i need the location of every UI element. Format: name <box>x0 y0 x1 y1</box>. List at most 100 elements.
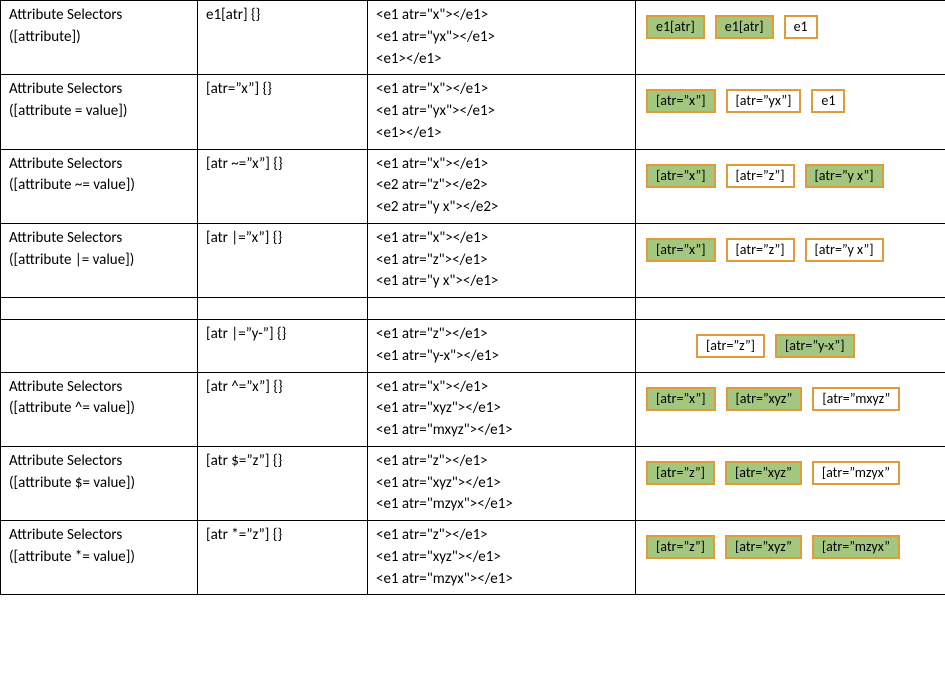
html-line: <e1 atr="mzyx"></e1> <box>376 494 627 516</box>
cell-html-example: <e1 atr="z"></e1><e1 atr="y-x"></e1> <box>368 320 636 373</box>
matched-tag: e1[atr] <box>715 15 774 39</box>
unmatched-tag: e1 <box>784 15 818 39</box>
vis-container: [atr=”z”] [atr=”xyz” [atr=”mzyx” <box>640 447 941 495</box>
html-line: <e1 atr="y-x"></e1> <box>376 346 627 368</box>
matched-tag: [atr=”xyz” <box>725 461 802 485</box>
matched-tag: [atr=”z”] <box>646 535 715 559</box>
html-line: <e1 atr="z"></e1> <box>376 250 627 272</box>
cell-visualization: [atr=”z”][atr=”y-x”] <box>636 320 945 373</box>
cell-selector-name: Attribute Selectors([attribute $= value]… <box>1 446 198 520</box>
cell-html-example: <e1 atr="x"></e1><e2 atr="z"></e2><e2 at… <box>368 149 636 223</box>
selector-subtitle: ([attribute *= value]) <box>9 547 189 569</box>
selector-subtitle: ([attribute $= value]) <box>9 473 189 495</box>
table-row: Attribute Selectors([attribute ~= value]… <box>1 149 945 223</box>
cell-visualization: [atr=”z”] [atr=”xyz” [atr=”mzyx” <box>636 521 945 595</box>
html-line: <e1 atr="x"></e1> <box>376 228 627 250</box>
cell-visualization: [atr=”z”] [atr=”xyz” [atr=”mzyx” <box>636 446 945 520</box>
table-row: Attribute Selectors([attribute *= value]… <box>1 521 945 595</box>
matched-tag: [atr=”mzyx” <box>812 535 900 559</box>
matched-tag: [atr=”x”] <box>646 387 716 411</box>
cell-visualization: [atr=”x”] [atr=”z”] [atr=”y x”] <box>636 149 945 223</box>
selector-syntax-text: [atr=”x”] {} <box>206 79 359 101</box>
cell-selector-syntax: [atr=”x”] {} <box>198 75 368 149</box>
unmatched-tag: [atr=”z”] <box>726 238 795 262</box>
html-line: <e1 atr="mxyz"></e1> <box>376 420 627 442</box>
selector-syntax-text: [atr *=”z”] {} <box>206 525 359 547</box>
spacer-row <box>1 298 945 320</box>
cell-selector-syntax: [atr $=”z”] {} <box>198 446 368 520</box>
cell-visualization: [atr=”x”][atr=”yx”]e1 <box>636 75 945 149</box>
selector-syntax-text: [atr $=”z”] {} <box>206 451 359 473</box>
cell-selector-syntax: [atr |=”y-”] {} <box>198 320 368 373</box>
vis-container: [atr=”x”] [atr=”z”] [atr=”y x”] <box>640 224 941 272</box>
cell-html-example: <e1 atr="z"></e1><e1 atr="xyz"></e1><e1 … <box>368 446 636 520</box>
cell-visualization: [atr=”x”] [atr=”xyz” [atr=”mxyz” <box>636 372 945 446</box>
selector-syntax-text: e1[atr] {} <box>206 5 359 27</box>
table-row: Attribute Selectors([attribute = value])… <box>1 75 945 149</box>
selector-syntax-text: [atr ~=”x”] {} <box>206 154 359 176</box>
cell-selector-syntax: [atr |=”x”] {} <box>198 223 368 297</box>
html-line: <e1></e1> <box>376 123 627 145</box>
vis-container: [atr=”x”][atr=”yx”]e1 <box>640 75 941 123</box>
matched-tag: [atr=”x”] <box>646 164 716 188</box>
table-row: Attribute Selectors([attribute]) e1[atr] … <box>1 1 945 75</box>
html-line: <e1 atr="mzyx"></e1> <box>376 569 627 591</box>
selector-subtitle: ([attribute ^= value]) <box>9 398 189 420</box>
cell-selector-name: Attribute Selectors([attribute = value]) <box>1 75 198 149</box>
unmatched-tag: [atr=”mxyz” <box>812 387 900 411</box>
vis-container: e1[atr] e1[atr] e1 <box>640 1 941 49</box>
html-line: <e2 atr="y x"></e2> <box>376 197 627 219</box>
selector-title: Attribute Selectors <box>9 525 189 547</box>
matched-tag: [atr=”y-x”] <box>775 334 855 358</box>
html-line: <e1 atr="z"></e1> <box>376 324 627 346</box>
table-row: Attribute Selectors([attribute ^= value]… <box>1 372 945 446</box>
matched-tag: [atr=”xyz” <box>725 535 802 559</box>
html-line: <e2 atr="z"></e2> <box>376 175 627 197</box>
matched-tag: [atr=”x”] <box>646 238 716 262</box>
vis-container: [atr=”x”] [atr=”xyz” [atr=”mxyz” <box>640 373 941 421</box>
unmatched-tag: [atr=”z”] <box>726 164 795 188</box>
selector-title: Attribute Selectors <box>9 154 189 176</box>
unmatched-tag: [atr=”mzyx” <box>812 461 900 485</box>
selector-syntax-text: [atr |=”y-”] {} <box>206 324 359 346</box>
matched-tag: [atr=”x”] <box>646 89 716 113</box>
cell-html-example: <e1 atr="x"></e1><e1 atr="z"></e1><e1 at… <box>368 223 636 297</box>
cell-selector-name: Attribute Selectors([attribute *= value]… <box>1 521 198 595</box>
html-line: <e1 atr="y x"></e1> <box>376 271 627 293</box>
cell-selector-syntax: [atr ^=”x”] {} <box>198 372 368 446</box>
cell-html-example: <e1 atr="x"></e1><e1 atr="xyz"></e1><e1 … <box>368 372 636 446</box>
cell-html-example: <e1 atr="z"></e1><e1 atr="xyz"></e1><e1 … <box>368 521 636 595</box>
unmatched-tag: [atr=”y x”] <box>805 238 884 262</box>
matched-tag: [atr=”z”] <box>646 461 715 485</box>
cell-selector-name: Attribute Selectors([attribute ^= value]… <box>1 372 198 446</box>
html-line: <e1 atr="x"></e1> <box>376 79 627 101</box>
selector-syntax-text: [atr |=”x”] {} <box>206 228 359 250</box>
html-line: <e1 atr="z"></e1> <box>376 525 627 547</box>
cell-selector-name: Attribute Selectors([attribute ~= value]… <box>1 149 198 223</box>
cell-selector-syntax: [atr ~=”x”] {} <box>198 149 368 223</box>
matched-tag: [atr=”y x”] <box>805 164 884 188</box>
cell-html-example: <e1 atr="x"></e1><e1 atr="yx"></e1><e1><… <box>368 75 636 149</box>
unmatched-tag: [atr=”yx”] <box>726 89 802 113</box>
html-line: <e1></e1> <box>376 49 627 71</box>
html-line: <e1 atr="xyz"></e1> <box>376 398 627 420</box>
html-line: <e1 atr="yx"></e1> <box>376 27 627 49</box>
cell-html-example: <e1 atr="x"></e1><e1 atr="yx"></e1><e1><… <box>368 1 636 75</box>
selector-subtitle: ([attribute]) <box>9 27 189 49</box>
selector-subtitle: ([attribute ~= value]) <box>9 175 189 197</box>
selector-title: Attribute Selectors <box>9 377 189 399</box>
selector-title: Attribute Selectors <box>9 451 189 473</box>
cell-selector-name: Attribute Selectors([attribute]) <box>1 1 198 75</box>
cell-selector-name <box>1 320 198 373</box>
html-line: <e1 atr="x"></e1> <box>376 377 627 399</box>
matched-tag: e1[atr] <box>646 15 705 39</box>
html-line: <e1 atr="x"></e1> <box>376 5 627 27</box>
selector-title: Attribute Selectors <box>9 5 189 27</box>
vis-container: [atr=”x”] [atr=”z”] [atr=”y x”] <box>640 150 941 198</box>
cell-selector-syntax: [atr *=”z”] {} <box>198 521 368 595</box>
html-line: <e1 atr="yx"></e1> <box>376 101 627 123</box>
cell-visualization: e1[atr] e1[atr] e1 <box>636 1 945 75</box>
selector-title: Attribute Selectors <box>9 79 189 101</box>
selector-subtitle: ([attribute |= value]) <box>9 250 189 272</box>
matched-tag: [atr=”xyz” <box>726 387 803 411</box>
